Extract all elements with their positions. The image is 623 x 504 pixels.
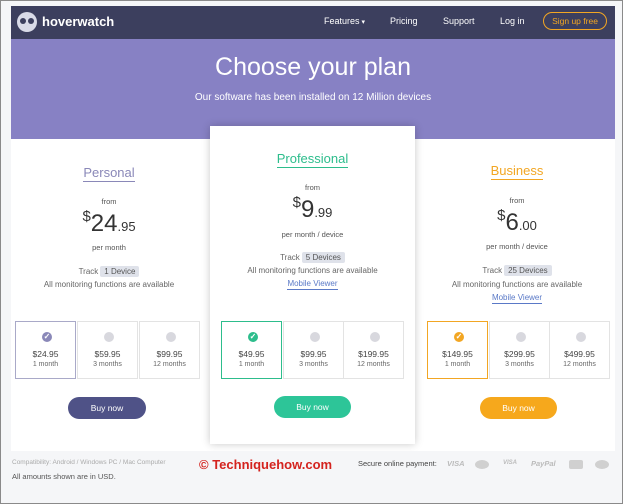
monitoring-note: All monitoring functions are available [43,280,175,289]
price-period: per month / device [486,242,548,251]
footer: Compatibility: Android / Windows PC / Ma… [11,451,615,496]
jcb-icon [569,460,583,469]
price-from: from [305,183,320,192]
option-1-month[interactable]: ✓ $24.95 1 month [15,321,76,379]
radio-icon [370,332,380,342]
visa-electron-icon: VISA [503,460,518,466]
buy-now-button[interactable]: Buy now [68,397,146,419]
radio-icon [104,332,114,342]
brand-name[interactable]: hoverwatch [42,14,114,29]
track-devices: Track 1 Device [11,266,207,277]
device-badge: 5 Devices [301,252,345,263]
page-title: Choose your plan [215,53,411,81]
option-12-months[interactable]: $199.95 12 months [343,321,404,379]
device-badge: 25 Devices [504,265,552,276]
page-subtitle: Our software has been installed on 12 Mi… [194,92,432,103]
top-navbar: hoverwatch Features ▾ Pricing Support Log… [11,6,615,39]
nav-support[interactable]: Support [443,16,475,26]
duration-options: ✓ $149.95 1 month $299.95 3 months $499.95 1… [427,321,613,379]
option-3-months[interactable]: $99.95 3 months [283,321,344,379]
check-icon: ✓ [248,332,258,342]
hero-banner: Choose your plan Our software has been i… [11,39,615,139]
watermark: © Techniquehow.com [199,457,333,472]
plan-card-professional: Professional from $9.99 per month / devi… [210,126,415,444]
option-1-month[interactable]: ✓ $49.95 1 month [221,321,282,379]
nav-login[interactable]: Log in [500,16,525,26]
signup-button[interactable]: Sign up free [543,12,607,30]
price-from: from [101,197,117,206]
maestro-icon [595,460,609,469]
paypal-icon: PayPal [531,459,556,468]
duration-options: ✓ $24.95 1 month $59.95 3 months $99.95 12 m… [15,321,201,379]
nav-features[interactable]: Features ▾ [324,16,365,26]
browser-frame: hoverwatch Features ▾ Pricing Support Log… [0,0,623,504]
visa-icon: VISA [447,459,465,468]
option-12-months[interactable]: $99.95 12 months [139,321,200,379]
mastercard-icon [475,460,489,469]
nav-pricing[interactable]: Pricing [390,16,418,26]
radio-icon [310,332,320,342]
price-period: per month / device [281,230,344,239]
currency-note: All amounts shown are in USD. [12,472,116,481]
plan-card-business: Business from $6.00 per month / device T… [419,139,615,439]
plan-name: Professional [276,151,349,168]
radio-icon [516,332,526,342]
chevron-down-icon: ▾ [361,19,366,26]
radio-icon [576,332,586,342]
price-from: from [509,196,525,205]
track-devices: Track 25 Devices [419,265,615,276]
compatibility-note: Compatibility: Android / Windows PC / Ma… [12,459,166,466]
price-period: per month [92,243,126,252]
buy-now-button[interactable]: Buy now [480,397,557,419]
check-icon: ✓ [454,332,464,342]
mobile-viewer-link[interactable]: Mobile Viewer [210,279,415,290]
option-1-month[interactable]: ✓ $149.95 1 month [427,321,488,379]
option-12-months[interactable]: $499.95 12 months [549,321,610,379]
mobile-viewer-link[interactable]: Mobile Viewer [419,293,615,304]
buy-now-button[interactable]: Buy now [274,396,351,418]
check-icon: ✓ [42,332,52,342]
plan-price: $6.00 [497,207,537,236]
owl-logo-icon[interactable] [17,12,37,32]
monitoring-note: All monitoring functions are available [451,280,583,289]
secure-payment-label: Secure online payment: [358,459,437,468]
plan-price: $24.95 [82,208,136,237]
track-devices: Track 5 Devices [210,252,415,263]
plan-card-personal: Personal from $24.95 per month Track 1 De… [11,139,207,439]
option-3-months[interactable]: $299.95 3 months [489,321,550,379]
plan-name: Business [490,163,544,180]
duration-options: ✓ $49.95 1 month $99.95 3 months $199.95 12 … [221,321,407,379]
plan-name: Personal [83,165,135,182]
plan-price: $9.99 [292,194,333,223]
monitoring-note: All monitoring functions are available [247,266,378,275]
radio-icon [166,332,176,342]
device-badge: 1 Device [100,266,140,277]
option-3-months[interactable]: $59.95 3 months [77,321,138,379]
